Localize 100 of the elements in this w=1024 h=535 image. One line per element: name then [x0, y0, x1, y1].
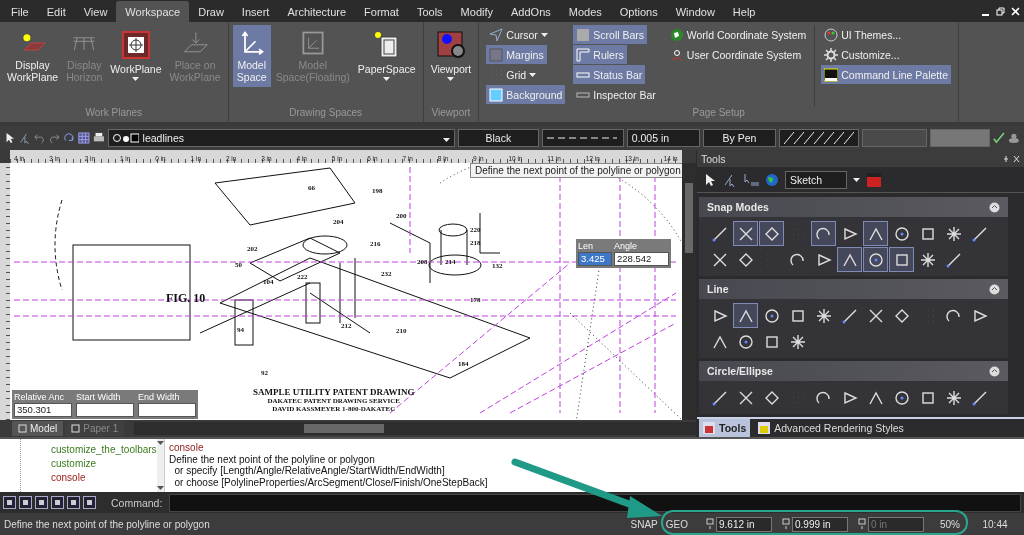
pen-dropdown[interactable]: By Pen [702, 129, 777, 147]
section-header[interactable]: Line [699, 279, 1008, 299]
ribbon-button[interactable]: Grid [486, 65, 540, 84]
command-tool-button[interactable] [3, 496, 16, 509]
menu-item[interactable]: Format [355, 2, 408, 22]
ribbon-button[interactable]: Rulers [573, 45, 627, 64]
pointer-icon[interactable] [4, 131, 16, 145]
menu-item[interactable]: Insert [232, 2, 279, 22]
table-icon[interactable] [78, 131, 90, 145]
node-pointer-icon[interactable] [723, 172, 737, 187]
status-toggle[interactable]: SNAP [626, 518, 662, 530]
input-field[interactable]: 228.542 [614, 252, 669, 266]
ribbon-button[interactable]: Cursor [486, 25, 551, 44]
pointer-lines-icon[interactable] [743, 172, 759, 187]
ribbon-button[interactable]: Viewport [427, 25, 475, 87]
panel-tab[interactable]: Advanced Rendering Styles [754, 419, 908, 437]
star-icon [789, 333, 806, 350]
menu-item[interactable]: Modify [451, 2, 502, 22]
ribbon-button[interactable]: Display WorkPlane [4, 25, 62, 87]
input-field[interactable] [138, 403, 196, 417]
ribbon-button[interactable]: Model Space [232, 25, 271, 87]
node-pointer-icon[interactable] [18, 131, 31, 145]
ribbon-button[interactable]: User Coordinate System [666, 45, 805, 64]
hatch-dropdown[interactable] [779, 129, 860, 147]
check-pen-icon[interactable] [993, 131, 1006, 145]
tool-button[interactable] [863, 221, 888, 246]
tool-button[interactable] [811, 221, 836, 246]
status-toggle[interactable]: GEO [661, 518, 692, 530]
ribbon-button[interactable]: UI Themes... [821, 25, 905, 44]
ribbon-button[interactable]: Customize... [821, 45, 903, 64]
style-icon[interactable] [866, 171, 882, 188]
input-field[interactable] [76, 403, 134, 417]
menu-item[interactable]: Edit [37, 2, 75, 22]
restore-icon[interactable] [996, 6, 1005, 16]
console-line: or specify [Length/Angle/RelativeAngle/StartWidth/EndWidth] [173, 465, 446, 477]
horizontal-scrollbar[interactable] [134, 422, 696, 435]
command-input[interactable] [169, 493, 1021, 512]
layout-tab[interactable]: Model [12, 421, 64, 436]
ribbon-button[interactable]: Inspector Bar [573, 85, 659, 104]
globe-icon[interactable] [765, 172, 779, 187]
ribbon-button[interactable]: World Coordinate System [666, 25, 810, 44]
ribbon-button[interactable]: Background [486, 85, 566, 104]
input-field[interactable]: 3.425 [578, 252, 612, 266]
collapse-icon[interactable] [989, 365, 1000, 377]
command-tool-button[interactable] [67, 496, 80, 509]
stamp-icon[interactable] [1008, 131, 1021, 145]
command-tool-button[interactable] [19, 496, 32, 509]
input-field[interactable]: 350.301 [14, 403, 72, 417]
ribbon-button[interactable]: PaperSpace [354, 25, 419, 87]
coordinate-field[interactable]: 0.999 in [792, 516, 848, 532]
menu-item[interactable]: AddOns [502, 2, 560, 22]
tool-button[interactable] [759, 221, 784, 246]
tree-item[interactable]: customize [51, 457, 157, 471]
section-header[interactable]: Circle/Ellipse [699, 361, 1008, 381]
menu-item[interactable]: Window [666, 2, 724, 22]
ribbon-button[interactable]: WorkPlane [107, 25, 165, 87]
tool-button[interactable] [733, 221, 758, 246]
collapse-icon[interactable] [989, 283, 1000, 295]
section-header[interactable]: Snap Modes [699, 197, 1008, 217]
tool-button[interactable] [889, 247, 914, 272]
vertical-scrollbar[interactable] [156, 439, 164, 492]
tool-button[interactable] [863, 247, 888, 272]
menu-item[interactable]: File [2, 2, 38, 22]
tree-item[interactable]: customize_the_toolbars [51, 443, 157, 457]
line-style-dropdown[interactable] [542, 129, 624, 147]
layer-dropdown[interactable]: leadlines [107, 129, 455, 147]
style-dropdown[interactable]: Sketch [785, 170, 847, 189]
command-tool-button[interactable] [35, 496, 48, 509]
menu-item[interactable]: View [74, 2, 117, 22]
field-label: End Width [138, 392, 181, 403]
ribbon-button[interactable]: Scroll Bars [573, 25, 648, 44]
pin-close-icons[interactable] [1004, 154, 1020, 163]
ribbon-button[interactable]: Margins [486, 45, 547, 64]
coordinate-field[interactable]: 9.612 in [716, 516, 772, 532]
empty-dropdown[interactable] [929, 129, 991, 147]
collapse-icon[interactable] [989, 201, 1000, 213]
caret-icon [156, 441, 164, 445]
menu-item[interactable]: Draw [189, 2, 233, 22]
color-dropdown[interactable]: Black [457, 129, 540, 147]
ribbon-button[interactable]: Command Line Palette [821, 65, 952, 84]
close-icon[interactable] [1011, 6, 1020, 16]
command-tool-button[interactable] [51, 496, 64, 509]
tree-item[interactable]: console [51, 471, 157, 485]
panel-tab[interactable]: Tools [699, 419, 751, 437]
tool-button[interactable] [837, 247, 862, 272]
zoom-level: 50% [940, 518, 960, 530]
menu-item[interactable]: Workspace [116, 1, 190, 22]
pointer-icon[interactable] [703, 172, 717, 187]
tool-button[interactable] [733, 303, 758, 328]
menu-item[interactable]: Modes [559, 2, 611, 22]
arc-icon [815, 225, 832, 242]
command-tool-button[interactable] [83, 496, 96, 509]
menu-item[interactable]: Help [723, 2, 765, 22]
vertical-scrollbar[interactable] [682, 163, 696, 420]
menu-item[interactable]: Tools [407, 2, 452, 22]
line-icon [841, 307, 858, 324]
line-weight-dropdown[interactable]: 0.005 in [626, 129, 700, 147]
menu-item[interactable]: Options [610, 2, 667, 22]
menu-item[interactable]: Architecture [278, 2, 356, 22]
ribbon-button[interactable]: Status Bar [573, 65, 646, 84]
